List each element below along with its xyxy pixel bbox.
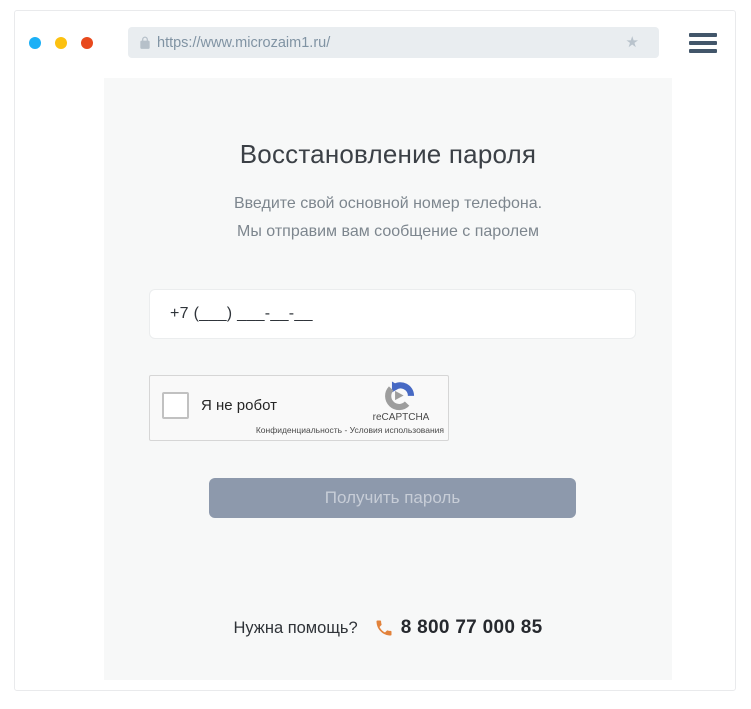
phone-icon: [376, 620, 392, 636]
help-question-label: Нужна помощь?: [233, 618, 358, 637]
traffic-light-yellow[interactable]: [55, 37, 67, 49]
get-password-button[interactable]: Получить пароль: [209, 478, 576, 518]
subtitle-line-2: Мы отправим вам сообщение с паролем: [237, 223, 539, 240]
terms-link[interactable]: Условия использования: [350, 425, 444, 435]
help-row: Нужна помощь? 8 800 77 000 85: [104, 615, 672, 641]
lock-icon: [140, 36, 150, 49]
recaptcha-legal-links: Конфиденциальность - Условия использован…: [256, 425, 444, 435]
privacy-link[interactable]: Конфиденциальность: [256, 425, 342, 435]
recaptcha-checkbox-label: Я не робот: [201, 397, 277, 414]
recaptcha-checkbox[interactable]: [162, 392, 189, 419]
links-separator: -: [342, 425, 350, 435]
url-text: https://www.microzaim1.ru/: [157, 34, 331, 51]
recaptcha-widget: Я не робот reCAPTCHA Конфиденциальность …: [149, 375, 449, 441]
subtitle-line-1: Введите свой основной номер телефона.: [233, 195, 543, 212]
recaptcha-logo-icon: [385, 381, 415, 411]
menu-bar: [689, 49, 717, 53]
menu-bar: [689, 41, 717, 45]
menu-bar: [689, 33, 717, 37]
traffic-light-red[interactable]: [81, 37, 93, 49]
password-recovery-page: Восстановление пароля Введите свой основ…: [104, 78, 672, 680]
menu-button[interactable]: [689, 33, 717, 53]
browser-window: https://www.microzaim1.ru/ ★ Восстановле…: [14, 10, 736, 691]
page-title: Восстановление пароля: [239, 139, 537, 169]
address-bar[interactable]: https://www.microzaim1.ru/ ★: [128, 27, 659, 58]
bookmark-star-icon[interactable]: ★: [626, 35, 639, 50]
phone-number-input[interactable]: [149, 289, 636, 339]
window-traffic-lights: [29, 37, 93, 49]
traffic-light-blue[interactable]: [29, 37, 41, 49]
page-subtitle: Введите свой основной номер телефона. Мы…: [104, 190, 672, 246]
recaptcha-brand-label: reCAPTCHA: [372, 412, 430, 423]
help-phone-number[interactable]: 8 800 77 000 85: [401, 617, 543, 639]
